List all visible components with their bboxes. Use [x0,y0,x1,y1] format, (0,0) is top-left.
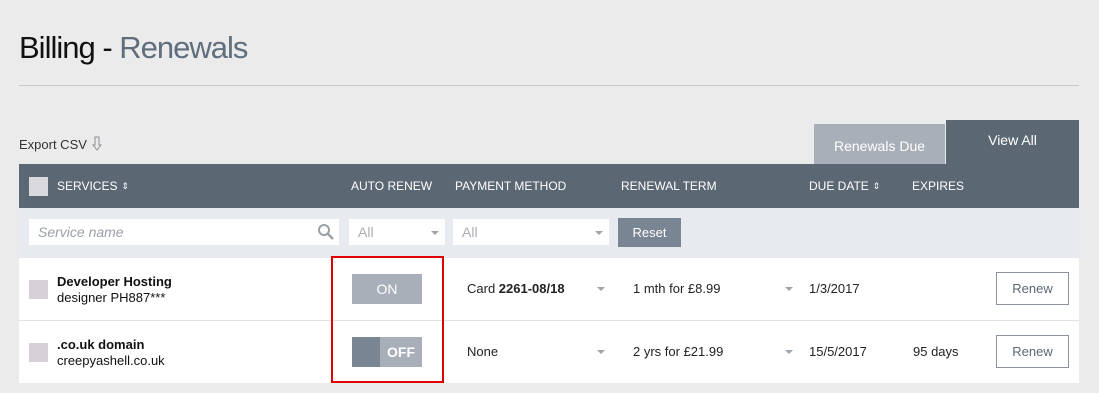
column-services[interactable]: SERVICES ⇕ [57,164,129,208]
search-icon [318,224,334,240]
service-detail: designer PH887*** [57,290,166,305]
renew-button-label: Renew [1012,344,1053,359]
renewal-term-value: 1 mth for £8.99 [633,281,721,296]
column-auto-renew: AUTO RENEW [351,164,432,208]
chevron-down-icon [431,231,439,235]
download-icon [91,136,102,151]
page-title-section: Renewals [119,30,248,65]
column-services-label: SERVICES [57,179,118,193]
select-all-checkbox[interactable] [29,177,48,196]
reset-button[interactable]: Reset [618,218,681,247]
column-due-date-label: DUE DATE [809,179,869,193]
sort-icon: ⇕ [872,180,881,191]
auto-renew-filter-select[interactable]: All [349,219,445,245]
service-detail: creepyashell.co.uk [57,353,165,368]
service-name: Developer Hosting [57,274,172,289]
column-payment-method-label: PAYMENT METHOD [455,179,567,193]
payment-method-select[interactable]: Card 2261-08/18 [467,281,565,296]
due-date: 1/3/2017 [809,281,860,296]
payment-filter-value: All [462,224,478,240]
export-csv-label: Export CSV [19,136,87,152]
toggle-knob [352,337,380,367]
auto-renew-toggle[interactable]: ON [352,274,422,304]
due-date: 15/5/2017 [809,344,867,359]
page-title-prefix: Billing - [19,30,120,65]
tab-renewals-due-label: Renewals Due [833,137,926,154]
payment-method-prefix: Card [467,281,499,296]
column-due-date[interactable]: DUE DATE ⇕ [809,164,880,208]
tab-view-all[interactable]: View All [946,120,1079,164]
service-name: .co.uk domain [57,337,145,352]
search-placeholder: Service name [38,224,124,240]
filter-row: Service name All All Reset [19,208,1079,258]
column-payment-method: PAYMENT METHOD [455,164,566,208]
row-checkbox[interactable] [29,343,48,362]
chevron-down-icon [595,231,603,235]
renewal-term-select[interactable]: 2 yrs for £21.99 [633,344,723,359]
renew-button[interactable]: Renew [996,272,1069,305]
title-divider [19,85,1079,86]
column-expires: EXPIRES [912,164,964,208]
payment-method-select[interactable]: None [467,344,498,359]
chevron-down-icon[interactable] [785,287,793,291]
auto-renew-filter-value: All [358,224,374,240]
column-expires-label: EXPIRES [912,179,965,193]
table-row: .co.uk domain creepyashell.co.uk OFF Non… [19,321,1079,383]
auto-renew-toggle[interactable]: OFF [352,337,422,367]
chevron-down-icon[interactable] [597,287,605,291]
tab-renewals-due[interactable]: Renewals Due [814,124,945,164]
renew-button-label: Renew [1012,281,1053,296]
payment-method-card: 2261-08/18 [498,281,565,296]
chevron-down-icon[interactable] [597,350,605,354]
chevron-down-icon[interactable] [785,350,793,354]
auto-renew-toggle-label: ON [376,281,398,297]
table-row: Developer Hosting designer PH887*** ON C… [19,258,1079,320]
sort-icon: ⇕ [121,180,130,191]
column-auto-renew-label: AUTO RENEW [351,179,433,193]
renewal-term-value: 2 yrs for £21.99 [633,344,724,359]
column-renewal-term-label: RENEWAL TERM [621,179,717,193]
payment-method-prefix: None [467,344,499,359]
expires-value: 95 days [913,344,959,359]
table-header: SERVICES ⇕ AUTO RENEW PAYMENT METHOD REN… [19,164,1079,208]
renew-button[interactable]: Renew [996,335,1069,368]
tab-view-all-label: View All [988,132,1037,148]
payment-filter-select[interactable]: All [453,219,609,245]
renewal-term-select[interactable]: 1 mth for £8.99 [633,281,720,296]
reset-button-label: Reset [632,225,667,240]
search-input[interactable]: Service name [29,219,339,245]
column-renewal-term: RENEWAL TERM [621,164,717,208]
export-csv-link[interactable]: Export CSV [19,136,102,152]
page-title: Billing - Renewals [19,30,248,66]
row-checkbox[interactable] [29,280,48,299]
auto-renew-toggle-label: OFF [387,344,415,360]
